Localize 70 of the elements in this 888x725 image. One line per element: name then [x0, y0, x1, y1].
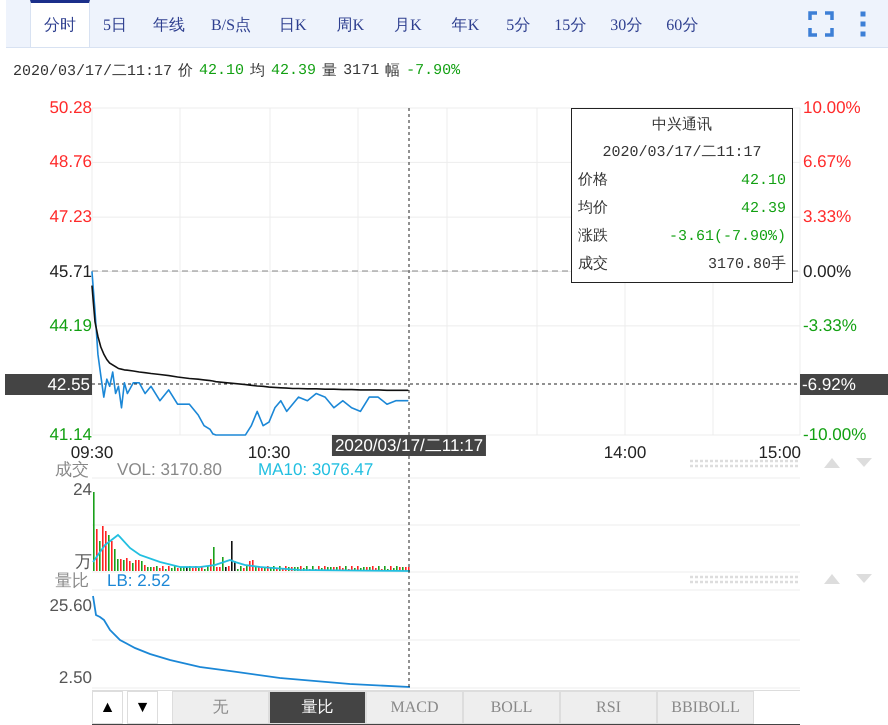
tooltip-label: 成交 [578, 254, 608, 275]
chart-tab[interactable]: 30分 [598, 0, 654, 47]
scroll-button[interactable]: ▲ [92, 691, 123, 724]
quote-label: 均 [250, 62, 266, 80]
chart-tab[interactable]: 日K [264, 0, 322, 47]
panel-title: 成交 [55, 461, 89, 478]
up-triangle-icon[interactable] [824, 574, 840, 584]
panel-title: 量比 [55, 572, 89, 589]
tooltip-value: 3170.80手 [708, 254, 786, 275]
quote-time: 2020/03/17/二11:17 [13, 62, 172, 80]
crosshair-percent-label: -6.92% [800, 374, 888, 395]
drag-handle-icon[interactable] [690, 576, 800, 584]
time-axis-label: 09:30 [70, 444, 114, 461]
percent-axis-label: -10.00% [803, 426, 866, 443]
quote-label: 价 [178, 62, 194, 80]
down-triangle-icon[interactable] [856, 458, 872, 467]
time-axis-label: 15:00 [758, 444, 801, 461]
percent-axis-label: 3.33% [803, 208, 852, 226]
price-axis-label: 48.76 [49, 153, 92, 170]
quote-value: 42.10 [199, 62, 244, 78]
ratio-axis-label: 25.60 [49, 597, 92, 614]
scroll-button[interactable]: ▼ [127, 691, 158, 724]
ma10-reading: MA10: 3076.47 [258, 461, 374, 478]
up-triangle-icon[interactable] [824, 458, 840, 468]
tooltip-label: 均价 [578, 199, 608, 219]
fullscreen-icon[interactable] [808, 10, 834, 36]
chart-tab[interactable]: 5日 [90, 0, 140, 47]
ratio-axis-label: 2.50 [58, 669, 92, 686]
price-axis-label: 47.23 [49, 208, 92, 226]
chart-tab[interactable]: 周K [322, 0, 380, 47]
tooltip-value: 42.39 [740, 199, 786, 219]
chart-tab[interactable]: 15分 [542, 0, 598, 47]
volume-unit-label: 万 [75, 553, 92, 570]
chart-tab[interactable]: 年K [436, 0, 494, 47]
volume-reading: VOL: 3170.80 [117, 461, 222, 478]
price-axis-label: 44.19 [49, 316, 92, 334]
percent-axis-label: -3.33% [803, 316, 857, 334]
chart-tab[interactable]: 5分 [494, 0, 542, 47]
percent-axis-label: 0.00% [803, 262, 852, 280]
price-axis-label: 41.14 [49, 426, 92, 443]
ratio-reading: LB: 2.52 [107, 572, 170, 589]
quote-value: -7.90% [406, 62, 460, 78]
tooltip-title: 中兴通讯 [651, 116, 713, 136]
percent-axis-label: 6.67% [803, 153, 852, 170]
menu-icon[interactable] [860, 10, 866, 36]
tooltip-value: -3.61(-7.90%) [668, 227, 786, 247]
price-axis-label: 50.28 [49, 99, 92, 116]
percent-axis-label: 10.00% [803, 99, 861, 116]
chart-tab[interactable]: 年线 [140, 0, 198, 47]
quote-value: 42.39 [271, 62, 316, 78]
quote-label: 量 [322, 62, 338, 80]
chart-tab[interactable]: 60分 [654, 0, 710, 47]
crosshair-price-label: 42.55 [5, 374, 92, 395]
crosshair-time-label: 2020/03/17/二11:17 [332, 435, 486, 456]
tooltip-label: 价格 [578, 170, 608, 191]
time-axis-label: 14:00 [604, 444, 646, 461]
down-triangle-icon[interactable] [856, 574, 872, 583]
indicator-tab[interactable]: 量比 [269, 691, 366, 724]
chart-tab[interactable]: 月K [379, 0, 437, 47]
drag-handle-icon[interactable] [690, 460, 800, 468]
chart-tab[interactable]: B/S点 [198, 0, 264, 47]
chart-tab[interactable]: 分时 [30, 0, 90, 47]
tooltip-time: 2020/03/17/二11:17 [601, 143, 763, 163]
quote-value: 3171 [343, 62, 380, 78]
tooltip-value: 42.10 [740, 171, 786, 191]
volume-axis-label: 24 [73, 481, 92, 498]
quote-label: 幅 [385, 62, 400, 80]
time-axis-label: 10:30 [248, 444, 290, 461]
tooltip-label: 涨跌 [578, 226, 608, 247]
price-axis-label: 45.71 [49, 262, 92, 280]
